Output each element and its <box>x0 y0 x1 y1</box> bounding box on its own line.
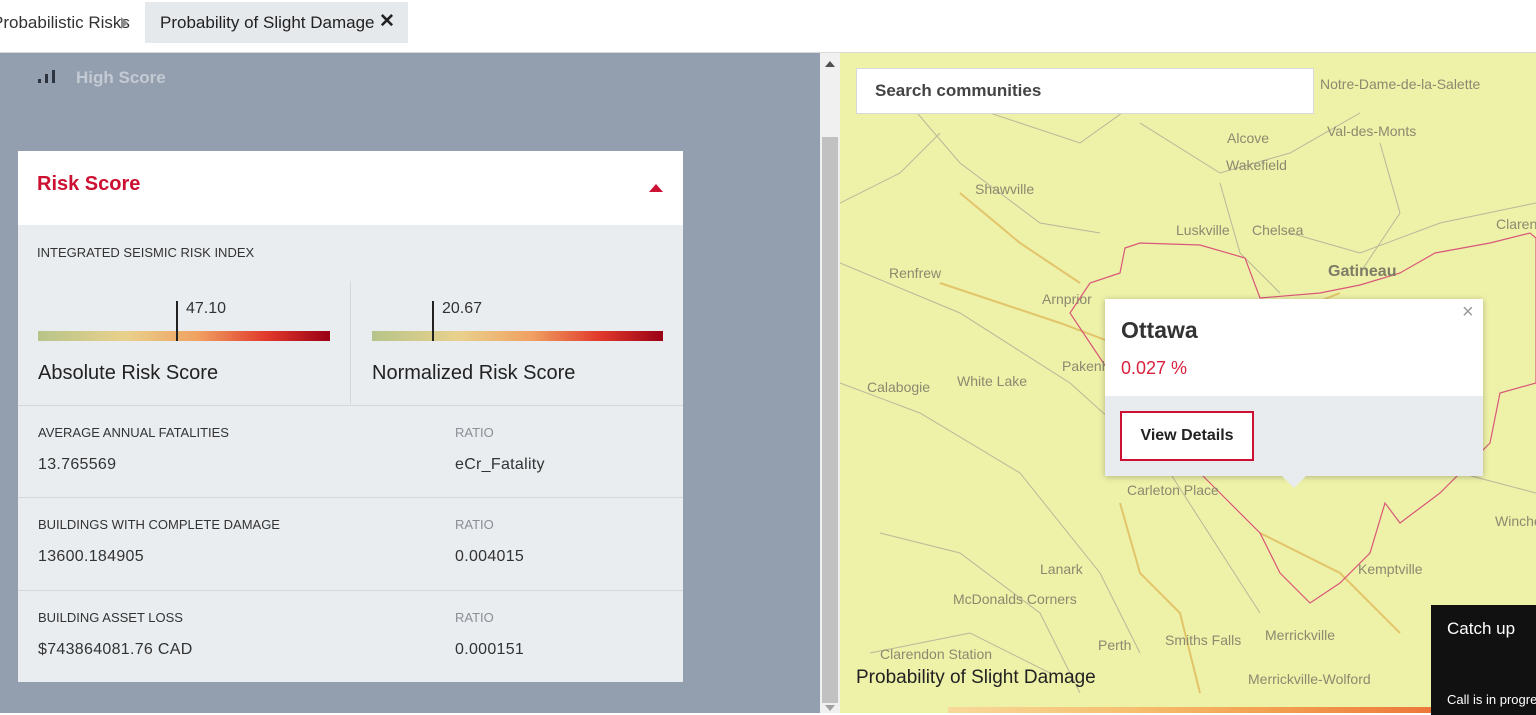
tab-label: Probability of Slight Damage <box>160 13 375 32</box>
top-breadcrumb-bar: Probabilistic Risks Probability of Sligh… <box>0 0 1536 53</box>
ratio-label: RATIO <box>455 610 494 625</box>
map-label: Calabogie <box>867 379 931 395</box>
popup-pointer <box>1282 476 1306 488</box>
scroll-up-arrow-icon[interactable] <box>825 61 835 67</box>
map-label: Winchester <box>1495 513 1536 529</box>
popup-title: Ottawa <box>1121 317 1198 343</box>
map-label: Notre-Dame-de-la-Salette <box>1320 76 1481 92</box>
map-label: Renfrew <box>889 265 942 281</box>
map-label: Luskville <box>1176 222 1230 238</box>
map-label: Gatineau <box>1328 263 1397 280</box>
map-label: Arnprior <box>1042 291 1092 307</box>
map-label: White Lake <box>957 373 1028 389</box>
map-label: Carleton Place <box>1127 482 1219 498</box>
map-label: Kemptville <box>1358 561 1423 577</box>
score-divider <box>350 281 351 404</box>
ratio-label: RATIO <box>455 425 494 440</box>
ratio-value: 0.004015 <box>455 548 525 565</box>
map-label: McDonalds Corners <box>953 591 1077 607</box>
left-panel-scrollbar[interactable] <box>820 53 840 713</box>
risk-score-card-header[interactable]: Risk Score <box>18 151 683 225</box>
normalized-risk-value: 20.67 <box>442 300 483 317</box>
high-score-label[interactable]: High Score <box>76 68 166 88</box>
legend-title: Probability of Slight Damage <box>856 667 1096 688</box>
map-label: Shawville <box>975 181 1035 197</box>
map-label: Merrickville-Wolford <box>1248 671 1371 687</box>
normalized-risk-marker <box>432 301 434 341</box>
map-label: Clarence <box>1496 216 1536 232</box>
normalized-risk-gradient-bar <box>372 331 663 341</box>
left-panel: High Score Risk Score INTEGRATED SEISMIC… <box>0 53 820 713</box>
row-divider <box>18 497 683 498</box>
map-label: Clarendon Station <box>880 646 993 662</box>
ratio-value: 0.000151 <box>455 641 525 658</box>
integrated-seismic-risk-index-label: INTEGRATED SEISMIC RISK INDEX <box>37 245 255 260</box>
toast-subtitle: Call is in progress <box>1447 692 1536 707</box>
map-label: Merrickville <box>1265 627 1335 643</box>
map-label: Smiths Falls <box>1165 632 1242 648</box>
row-divider <box>18 590 683 591</box>
normalized-risk-score-label: Normalized Risk Score <box>372 362 576 384</box>
map-label: Alcove <box>1227 130 1270 146</box>
metric-value: 13600.184905 <box>38 548 144 565</box>
tab-probability-of-slight-damage[interactable]: Probability of Slight Damage ✕ <box>145 2 408 43</box>
scrollbar-thumb[interactable] <box>822 137 838 703</box>
metric-label: AVERAGE ANNUAL FATALITIES <box>38 425 229 440</box>
map-label: Perth <box>1098 637 1132 653</box>
collapse-caret-icon[interactable] <box>649 184 663 192</box>
search-input[interactable] <box>873 69 1297 113</box>
risk-score-card: Risk Score INTEGRATED SEISMIC RISK INDEX… <box>18 151 683 682</box>
metric-label: BUILDINGS WITH COMPLETE DAMAGE <box>38 517 280 532</box>
close-icon[interactable]: × <box>1462 301 1474 324</box>
view-details-button[interactable]: View Details <box>1120 411 1254 461</box>
community-popup: × Ottawa 0.027 % View Details <box>1105 299 1483 488</box>
bar-chart-icon <box>38 69 56 83</box>
map-label: Lanark <box>1040 561 1083 577</box>
risk-score-title: Risk Score <box>37 173 141 195</box>
breadcrumb-caret-icon <box>121 17 128 29</box>
map-label: Val-des-Monts <box>1327 123 1417 139</box>
absolute-risk-marker <box>176 301 178 341</box>
ratio-label: RATIO <box>455 517 494 532</box>
absolute-risk-gradient-bar <box>38 331 330 341</box>
scroll-down-arrow-icon[interactable] <box>825 705 835 711</box>
call-toast[interactable]: Catch up Call is in progress <box>1431 605 1536 715</box>
ratio-value: eCr_Fatality <box>455 456 545 473</box>
search-communities-field[interactable] <box>856 68 1314 114</box>
popup-value: 0.027 % <box>1121 358 1188 378</box>
map-label: Chelsea <box>1252 222 1304 238</box>
absolute-risk-score-label: Absolute Risk Score <box>38 362 219 384</box>
metric-value: $743864081.76 CAD <box>38 641 193 658</box>
absolute-risk-value: 47.10 <box>186 300 227 317</box>
row-divider <box>18 405 683 406</box>
metric-value: 13.765569 <box>38 456 117 473</box>
metric-label: BUILDING ASSET LOSS <box>38 610 183 625</box>
close-icon[interactable]: ✕ <box>379 10 395 33</box>
map-label: Wakefield <box>1226 157 1287 173</box>
popup-footer: View Details <box>1105 396 1483 476</box>
toast-title: Catch up <box>1447 619 1516 638</box>
breadcrumb-parent[interactable]: Probabilistic Risks <box>0 13 130 33</box>
